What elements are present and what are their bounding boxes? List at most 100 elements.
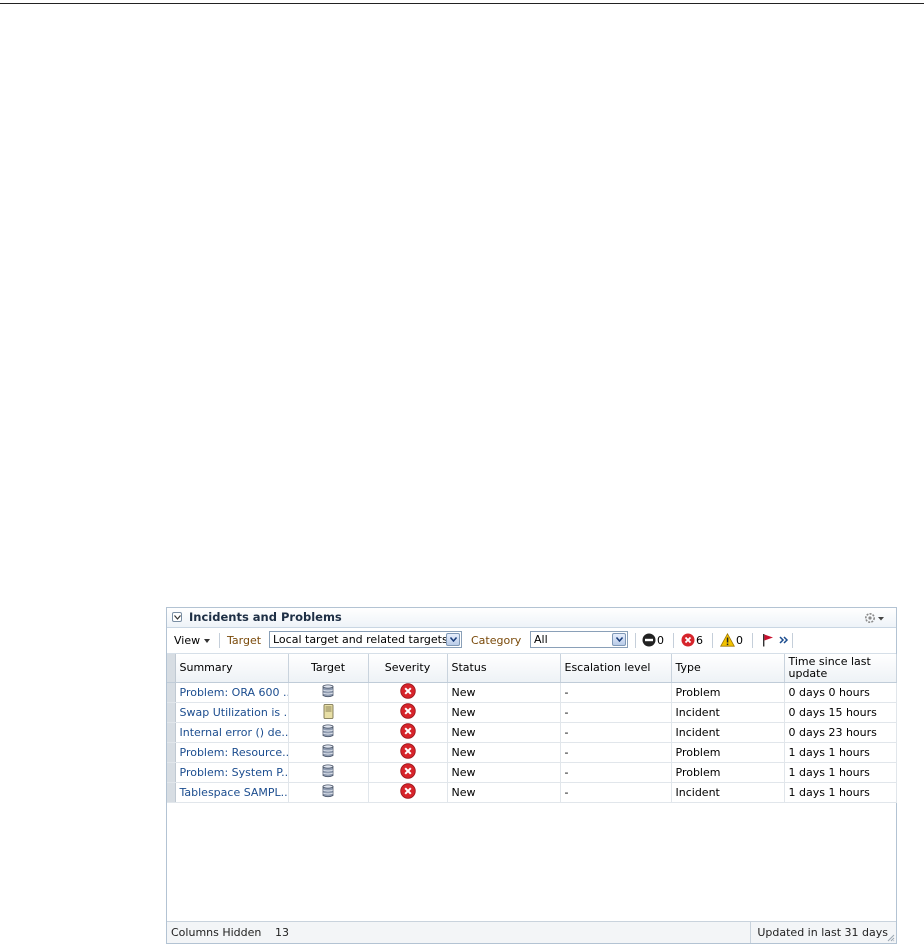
row-selector[interactable] [167, 722, 176, 743]
incidents-problems-panel: Incidents and Problems View Target Local… [166, 607, 897, 944]
status-cell: New [447, 722, 561, 743]
flag-icon [763, 634, 773, 647]
warning-count-value: 0 [736, 633, 743, 647]
column-header-target[interactable]: Target [288, 654, 369, 683]
time-cell: 0 days 23 hours [784, 722, 897, 743]
table-row[interactable]: Swap Utilization is ... New - Incident 0 day… [167, 702, 897, 723]
dropdown-arrow-icon[interactable] [446, 633, 460, 646]
summary-link[interactable]: Problem: ORA 600 ... [180, 686, 288, 699]
toolbar: View Target Local target and related tar… [167, 628, 896, 654]
table-row[interactable]: Tablespace SAMPL... New - Incident 1 days 1 … [167, 782, 897, 803]
time-cell: 0 days 15 hours [784, 702, 897, 723]
blocked-count-value: 0 [657, 633, 664, 647]
table-row[interactable]: Internal error () de... New - Incident 0 day… [167, 722, 897, 743]
view-label: View [174, 634, 201, 647]
escalation-cell: - [560, 762, 672, 783]
row-selector[interactable] [167, 702, 176, 723]
critical-icon [399, 683, 416, 702]
category-select-value: All [534, 633, 548, 646]
columns-hidden-count: 13 [275, 926, 289, 939]
table-header-row: Summary Target Severity Status Escalatio… [167, 654, 897, 683]
column-header-summary[interactable]: Summary [175, 654, 289, 683]
column-header-status[interactable]: Status [447, 654, 561, 683]
panel-footer: Columns Hidden 13 Updated in last 31 day… [167, 921, 896, 943]
critical-icon [399, 703, 416, 722]
database-icon [322, 764, 334, 781]
resize-grip-icon[interactable] [887, 934, 895, 942]
type-cell: Incident [671, 722, 785, 743]
database-icon [322, 684, 334, 701]
row-selector-header [167, 654, 176, 683]
type-cell: Incident [671, 702, 785, 723]
summary-link[interactable]: Tablespace SAMPL... [180, 786, 288, 799]
view-menu-button[interactable]: View [174, 634, 211, 647]
toolbar-divider [752, 633, 753, 648]
status-cell: New [447, 682, 561, 703]
escalation-cell: - [560, 742, 672, 763]
status-cell: New [447, 782, 561, 803]
time-cell: 1 days 1 hours [784, 742, 897, 763]
double-chevron-right-icon [778, 636, 788, 644]
toolbar-divider [673, 633, 674, 648]
escalation-cell: - [560, 782, 672, 803]
table-row[interactable]: Problem: System P... New - Problem 1 days 1 … [167, 762, 897, 783]
warning-icon [720, 632, 735, 647]
toolbar-divider [712, 633, 713, 648]
more-flags-button[interactable] [761, 633, 789, 649]
database-icon [322, 784, 334, 801]
incidents-table: Summary Target Severity Status Escalatio… [167, 654, 897, 803]
table-row[interactable]: Problem: ORA 600 ... New - Problem 0 days 0 … [167, 682, 897, 703]
status-cell: New [447, 702, 561, 723]
columns-hidden-label: Columns Hidden [171, 926, 262, 939]
column-header-time[interactable]: Time since last update [784, 654, 897, 683]
status-cell: New [447, 762, 561, 783]
toolbar-divider [635, 633, 636, 648]
row-selector[interactable] [167, 762, 176, 783]
type-cell: Problem [671, 682, 785, 703]
row-selector[interactable] [167, 682, 176, 703]
critical-icon [399, 723, 416, 742]
escalation-cell: - [560, 702, 672, 723]
critical-icon [399, 783, 416, 802]
summary-link[interactable]: Problem: Resource... [180, 746, 288, 759]
summary-link[interactable]: Swap Utilization is ... [180, 706, 288, 719]
column-header-type[interactable]: Type [671, 654, 785, 683]
critical-icon [399, 743, 416, 762]
category-select[interactable]: All [530, 631, 628, 648]
collapse-icon[interactable] [172, 612, 182, 622]
row-selector[interactable] [167, 742, 176, 763]
blocked-count[interactable]: 0 [642, 633, 664, 649]
updated-range-text: Updated in last 31 days [750, 922, 896, 943]
summary-link[interactable]: Internal error () de... [180, 726, 288, 739]
target-select-value: Local target and related targets [273, 633, 448, 646]
time-cell: 1 days 1 hours [784, 762, 897, 783]
gear-menu-icon[interactable] [864, 611, 886, 625]
critical-icon [681, 633, 695, 647]
target-label: Target [227, 634, 262, 647]
summary-link[interactable]: Problem: System P... [180, 766, 288, 779]
warning-count[interactable]: 0 [720, 632, 743, 649]
blocked-icon [642, 633, 656, 647]
escalation-cell: - [560, 722, 672, 743]
category-label: Category [471, 634, 522, 647]
chevron-down-icon [204, 639, 211, 643]
critical-count[interactable]: 6 [681, 633, 703, 649]
database-icon [322, 744, 334, 761]
type-cell: Problem [671, 742, 785, 763]
panel-title: Incidents and Problems [189, 610, 342, 624]
column-header-severity[interactable]: Severity [368, 654, 448, 683]
row-selector[interactable] [167, 782, 176, 803]
table-row[interactable]: Problem: Resource... New - Problem 1 days 1 … [167, 742, 897, 763]
escalation-cell: - [560, 682, 672, 703]
database-icon [322, 724, 334, 741]
page-top-rule [0, 3, 924, 4]
type-cell: Problem [671, 762, 785, 783]
toolbar-divider [792, 633, 793, 648]
toolbar-divider [219, 633, 220, 648]
target-select[interactable]: Local target and related targets [269, 631, 462, 648]
column-header-escalation[interactable]: Escalation level [560, 654, 672, 683]
host-icon [323, 703, 334, 722]
critical-icon [399, 763, 416, 782]
dropdown-arrow-icon[interactable] [612, 633, 626, 646]
time-cell: 1 days 1 hours [784, 782, 897, 803]
